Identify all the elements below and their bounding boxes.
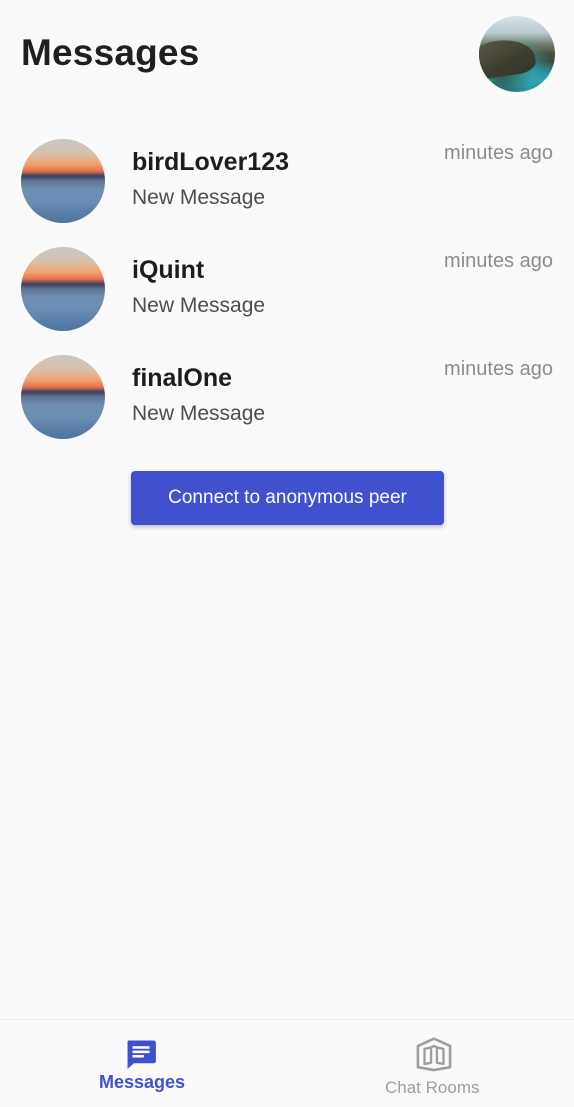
conversation-time: minutes ago — [444, 142, 553, 164]
conversation-time: minutes ago — [444, 358, 553, 380]
conversation-preview: New Message — [132, 186, 266, 209]
chat-rooms-icon — [416, 1037, 452, 1072]
conversation-item[interactable]: finalOne New Message minutes ago — [0, 347, 574, 455]
conversation-preview: New Message — [132, 294, 266, 317]
message-icon — [127, 1040, 156, 1069]
conversation-item[interactable]: birdLover123 New Message minutes ago — [0, 131, 574, 239]
conversation-item[interactable]: iQuint New Message minutes ago — [0, 239, 574, 347]
conversation-list: birdLover123 New Message minutes ago iQu… — [0, 131, 574, 455]
app-root: Messages birdLover123 New Message minute… — [0, 0, 574, 1107]
conversation-name: birdLover123 — [132, 148, 290, 176]
bottom-navigation: Messages Chat Rooms — [0, 1019, 574, 1107]
conversation-avatar — [21, 247, 105, 331]
connect-anonymous-peer-button[interactable]: Connect to anonymous peer — [131, 471, 444, 525]
profile-avatar-image — [479, 35, 538, 81]
conversation-avatar — [21, 355, 105, 439]
conversation-name: iQuint — [132, 256, 205, 284]
nav-tab-messages[interactable]: Messages — [0, 1020, 287, 1107]
profile-avatar[interactable] — [479, 16, 555, 92]
conversation-avatar — [21, 139, 105, 223]
nav-label-chat-rooms: Chat Rooms — [385, 1078, 480, 1097]
conversation-name: finalOne — [132, 364, 233, 392]
page-title: Messages — [21, 32, 200, 73]
header: Messages — [0, 0, 574, 110]
conversation-preview: New Message — [132, 402, 266, 425]
conversation-time: minutes ago — [444, 250, 553, 272]
nav-tab-chat-rooms[interactable]: Chat Rooms — [287, 1020, 574, 1107]
